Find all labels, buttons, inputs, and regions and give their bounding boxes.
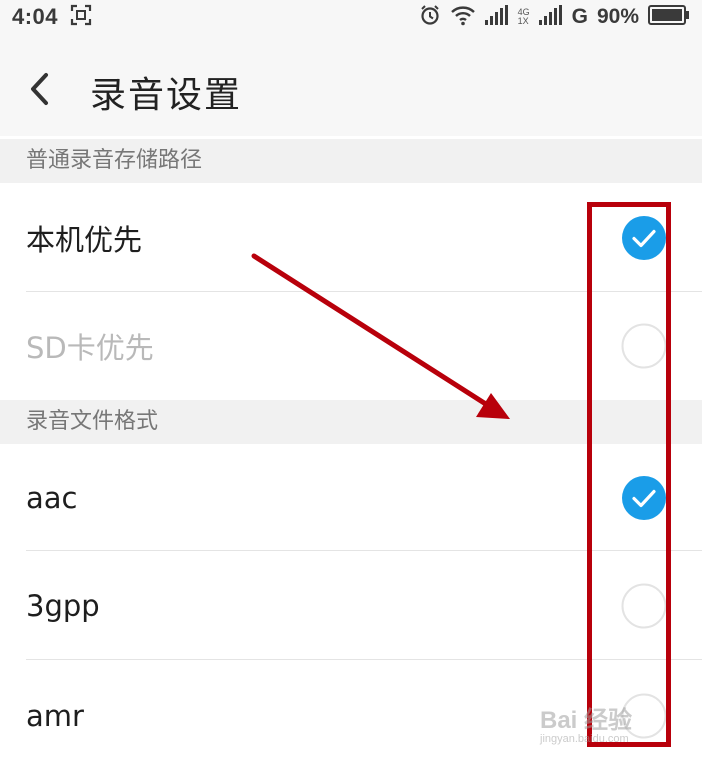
page-title: 录音设置 (90, 75, 243, 116)
status-bar: 4:04 4G 1X G 90% (0, 0, 702, 38)
clock: 4:04 (12, 4, 59, 29)
battery-percent: 90% (596, 5, 639, 28)
carrier-label: G (571, 5, 588, 28)
section-header-storage-path: 普通录音存储路径 (0, 139, 702, 183)
battery-icon (648, 5, 690, 29)
section-header-file-format: 录音文件格式 (0, 400, 702, 444)
radio-checked-icon[interactable] (621, 215, 667, 261)
radio-unchecked-icon[interactable] (621, 693, 667, 739)
option-local-first[interactable]: 本机优先 (0, 183, 702, 292)
option-label: amr (26, 699, 84, 733)
option-label: aac (26, 480, 78, 515)
back-arrow-icon[interactable] (24, 72, 58, 106)
option-label: SD卡优先 (26, 331, 154, 365)
option-aac[interactable]: aac (0, 444, 702, 551)
wifi-icon (450, 4, 476, 30)
option-3gpp[interactable]: 3gpp (0, 551, 702, 660)
alarm-icon (419, 4, 441, 30)
screenshot-icon (70, 4, 92, 30)
radio-unchecked-icon[interactable] (621, 583, 667, 629)
signal-icon (538, 5, 563, 29)
option-label: 本机优先 (26, 222, 143, 257)
option-sd-first[interactable]: SD卡优先 (0, 292, 702, 400)
radio-checked-icon[interactable] (621, 475, 667, 521)
app-bar: 录音设置 (0, 38, 702, 136)
option-label: 3gpp (26, 588, 100, 623)
signal-icon (484, 5, 509, 29)
option-amr[interactable]: amr (0, 660, 702, 777)
network-type: 4G 1X (517, 7, 530, 26)
radio-unchecked-icon[interactable] (621, 323, 667, 369)
